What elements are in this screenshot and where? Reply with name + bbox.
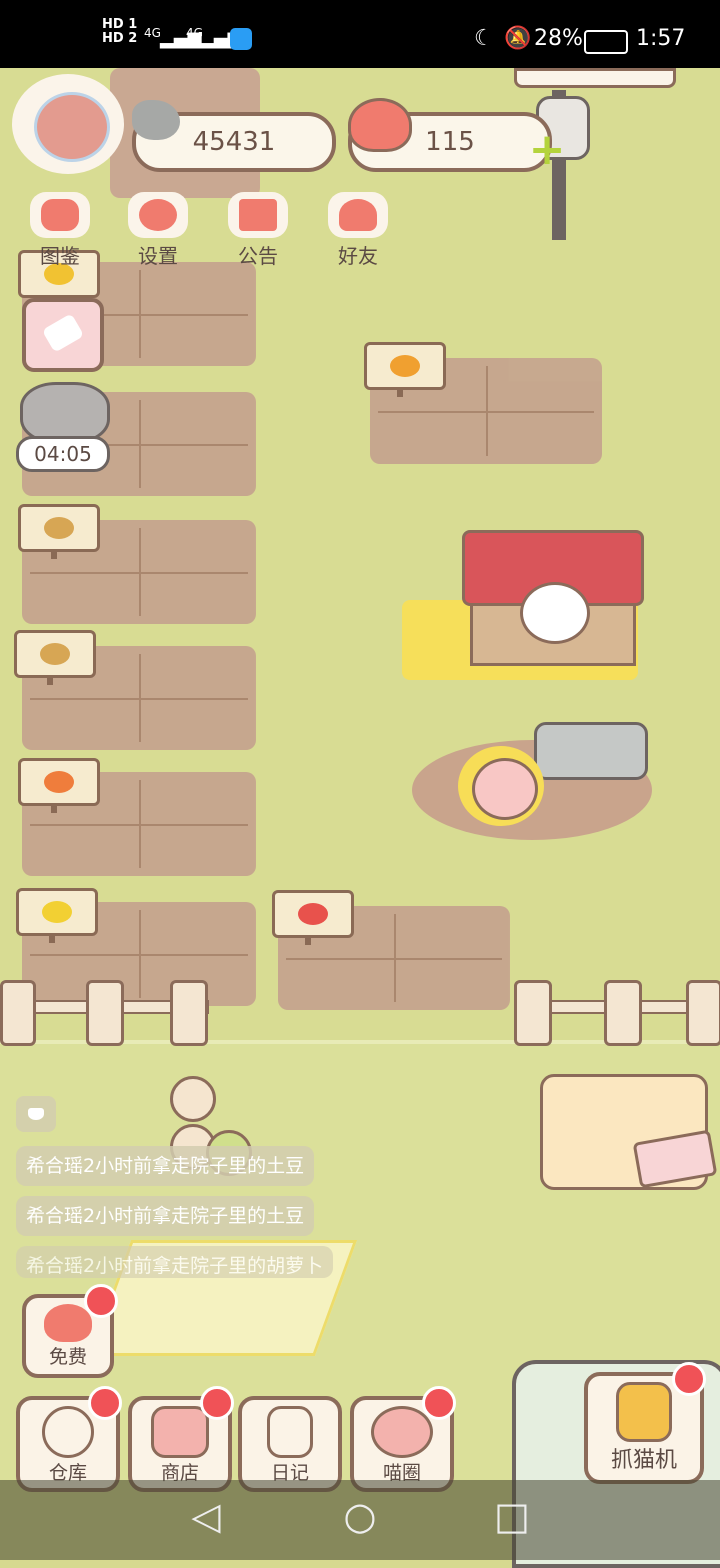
heart-icon <box>44 1304 92 1342</box>
recents-nav-icon[interactable]: □ <box>472 1494 552 1538</box>
fence-right <box>514 980 720 1046</box>
home-nav-icon[interactable]: ○ <box>320 1494 400 1538</box>
mouse-timer: 04:05 <box>16 436 110 472</box>
menu-notice-button[interactable]: 公告 <box>218 192 298 269</box>
warehouse-notify-badge <box>88 1386 122 1420</box>
menu-settings-button[interactable]: 设置 <box>118 192 198 269</box>
chevron-down-icon <box>28 1108 44 1120</box>
menu-collection-button[interactable]: 图鉴 <box>20 192 100 269</box>
potato-sign-2[interactable] <box>14 630 96 685</box>
avatar[interactable] <box>34 92 110 162</box>
cat-book-icon <box>30 192 90 238</box>
signal-indicator: HD 1 HD 2 <box>102 18 137 46</box>
heart-count: 115 <box>425 127 475 157</box>
tomato-icon <box>298 903 328 925</box>
chicken[interactable] <box>520 582 590 644</box>
free-label: 免费 <box>48 1346 87 1368</box>
balloon-1 <box>170 1076 216 1122</box>
feed-item: 希合瑶2小时前拿走院子里的胡萝卜 <box>16 1246 334 1278</box>
carrot-sign[interactable] <box>18 758 100 813</box>
add-hearts-button[interactable]: + <box>528 128 566 172</box>
diary-button[interactable]: 日记 <box>238 1396 342 1492</box>
menu-notice-label: 公告 <box>238 244 278 268</box>
potato-icon <box>44 517 74 539</box>
fence-left <box>0 980 209 1046</box>
menu-collection-label: 图鉴 <box>40 244 80 268</box>
mango-sign[interactable] <box>364 342 446 397</box>
corn-sign[interactable] <box>16 888 98 943</box>
fish-icon <box>132 100 180 140</box>
status-bar: HD 1 HD 2 4G ▂▄▆ 4G ▂▄▆ ☾ 🔕 28% 1:57 <box>0 0 720 68</box>
carrot-icon <box>44 771 74 793</box>
cat-circle-notify-badge <box>422 1386 456 1420</box>
feeding-trough[interactable] <box>534 722 648 780</box>
clock: 1:57 <box>636 26 686 51</box>
search-app-icon <box>230 28 252 50</box>
menu-friends-label: 好友 <box>338 244 378 268</box>
sim1-label: HD 1 <box>102 17 138 32</box>
feed-item: 希合瑶2小时前拿走院子里的土豆 <box>16 1146 315 1186</box>
system-nav-bar: ◁ ○ □ <box>0 1480 720 1560</box>
menu-settings-label: 设置 <box>138 244 178 268</box>
mouse-visitor[interactable] <box>20 382 110 444</box>
claw-icon <box>616 1382 672 1442</box>
battery-percent: 28% <box>534 26 583 51</box>
mute-bell-icon: 🔕 <box>504 26 532 51</box>
pencil-icon <box>41 313 85 353</box>
fish-count: 45431 <box>192 127 276 157</box>
task-calendar-button[interactable] <box>22 298 104 372</box>
tomato-sign[interactable] <box>272 890 354 945</box>
feed-toggle-button[interactable] <box>16 1096 56 1132</box>
moon-icon: ☾ <box>474 26 494 51</box>
sim2-label: HD 2 <box>102 31 138 46</box>
claw-machine-label: 抓猫机 <box>610 1448 677 1473</box>
rice-bowl-icon <box>42 1406 94 1458</box>
cat-planet-icon <box>371 1406 433 1458</box>
back-nav-icon[interactable]: ◁ <box>166 1494 246 1538</box>
avatar-frame[interactable] <box>12 74 124 174</box>
friends-icon <box>328 192 388 238</box>
menu-friends-button[interactable]: 好友 <box>318 192 398 269</box>
feed-item: 希合瑶2小时前拿走院子里的土豆 <box>16 1196 315 1236</box>
signpost <box>514 68 676 88</box>
free-notify-badge <box>84 1284 118 1318</box>
net1-label: 4G <box>144 26 161 40</box>
mango-icon <box>390 355 420 377</box>
heart-icon <box>348 98 412 152</box>
gear-icon <box>128 192 188 238</box>
shop-notify-badge <box>200 1386 234 1420</box>
corn-icon <box>42 901 72 923</box>
potato-icon-2 <box>40 643 70 665</box>
gift-icon <box>228 192 288 238</box>
shop-icon <box>151 1406 209 1458</box>
potato-sign-1[interactable] <box>18 504 100 559</box>
pig[interactable] <box>472 758 538 820</box>
diary-icon <box>267 1406 313 1458</box>
battery-icon <box>584 30 628 54</box>
claw-notify-badge <box>672 1362 706 1396</box>
